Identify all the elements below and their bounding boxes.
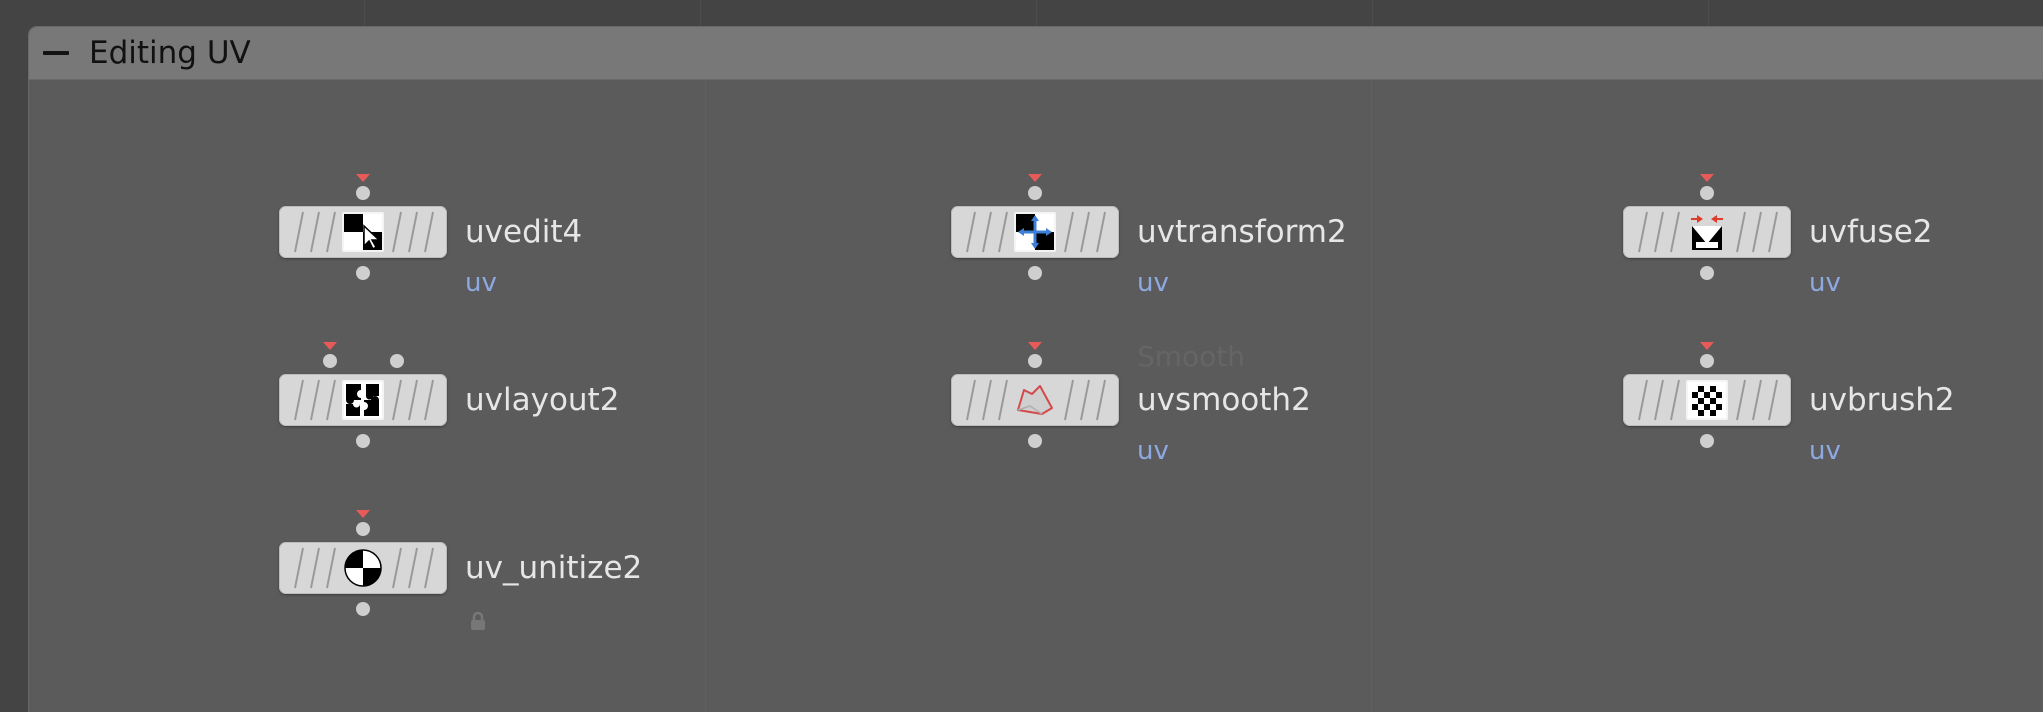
input-port[interactable] [1700,186,1714,200]
node-uv-unitize2[interactable]: uv_unitize2 [279,510,699,650]
input-port[interactable] [390,354,404,368]
input-port[interactable] [323,354,337,368]
node-uvbrush2[interactable]: uvbrush2 uv [1623,342,2043,482]
input-flag-icon [1028,174,1042,182]
node-context-label: uv [1137,436,1169,466]
node-uvfuse2[interactable]: uvfuse2 uv [1623,174,2043,314]
node-body[interactable] [951,374,1119,426]
output-port[interactable] [1028,434,1042,448]
node-name[interactable]: uvsmooth2 [1137,380,1311,420]
uvbrush-icon [1686,380,1728,420]
input-port[interactable] [1028,354,1042,368]
input-flag-icon [1028,342,1042,350]
output-port[interactable] [356,434,370,448]
network-editor-canvas[interactable]: Editing UV uvedit4 uv uvtransform2 uv uv… [0,0,2043,712]
node-context-label: uv [465,268,497,298]
node-body[interactable] [1623,206,1791,258]
node-name[interactable]: uvlayout2 [465,380,619,420]
output-port[interactable] [356,602,370,616]
input-flag-icon [356,174,370,182]
collapse-icon[interactable] [43,43,69,63]
node-name[interactable]: uvfuse2 [1809,212,1933,252]
uvtransform-icon [1014,212,1056,252]
output-port[interactable] [1028,266,1042,280]
uvsmooth-icon [1014,380,1056,420]
node-name[interactable]: uvtransform2 [1137,212,1347,252]
uvfuse-icon [1686,212,1728,252]
output-port[interactable] [1700,266,1714,280]
node-uvedit4[interactable]: uvedit4 uv [279,174,699,314]
lock-icon [471,611,485,630]
uvunitize-icon [342,548,384,588]
node-body[interactable] [279,374,447,426]
node-name[interactable]: uvedit4 [465,212,582,252]
node-uvsmooth2[interactable]: Smooth uvsmooth2 uv [951,340,1371,482]
input-port[interactable] [356,522,370,536]
node-body[interactable] [951,206,1119,258]
node-body[interactable] [1623,374,1791,426]
node-context-label: uv [1137,268,1169,298]
input-port[interactable] [1700,354,1714,368]
input-port[interactable] [1028,186,1042,200]
node-name[interactable]: uvbrush2 [1809,380,1955,420]
node-context-label: uv [1809,268,1841,298]
node-name[interactable]: uv_unitize2 [465,548,642,588]
node-context-label: uv [1809,436,1841,466]
output-port[interactable] [1700,434,1714,448]
network-box-header[interactable]: Editing UV [29,27,2043,80]
input-flag-icon [356,510,370,518]
input-flag-icon [1700,342,1714,350]
hover-tooltip-label: Smooth [1137,340,1246,373]
uvedit-icon [342,212,384,252]
grid-line [705,79,706,712]
node-uvtransform2[interactable]: uvtransform2 uv [951,174,1371,314]
node-body[interactable] [279,542,447,594]
uvlayout-icon [342,380,384,420]
input-port[interactable] [356,186,370,200]
grid-line [1371,79,1372,712]
node-body[interactable] [279,206,447,258]
output-port[interactable] [356,266,370,280]
node-uvlayout2[interactable]: uvlayout2 [279,342,699,482]
input-flag-icon [323,342,337,350]
input-flag-icon [1700,174,1714,182]
network-box-title: Editing UV [89,35,251,71]
